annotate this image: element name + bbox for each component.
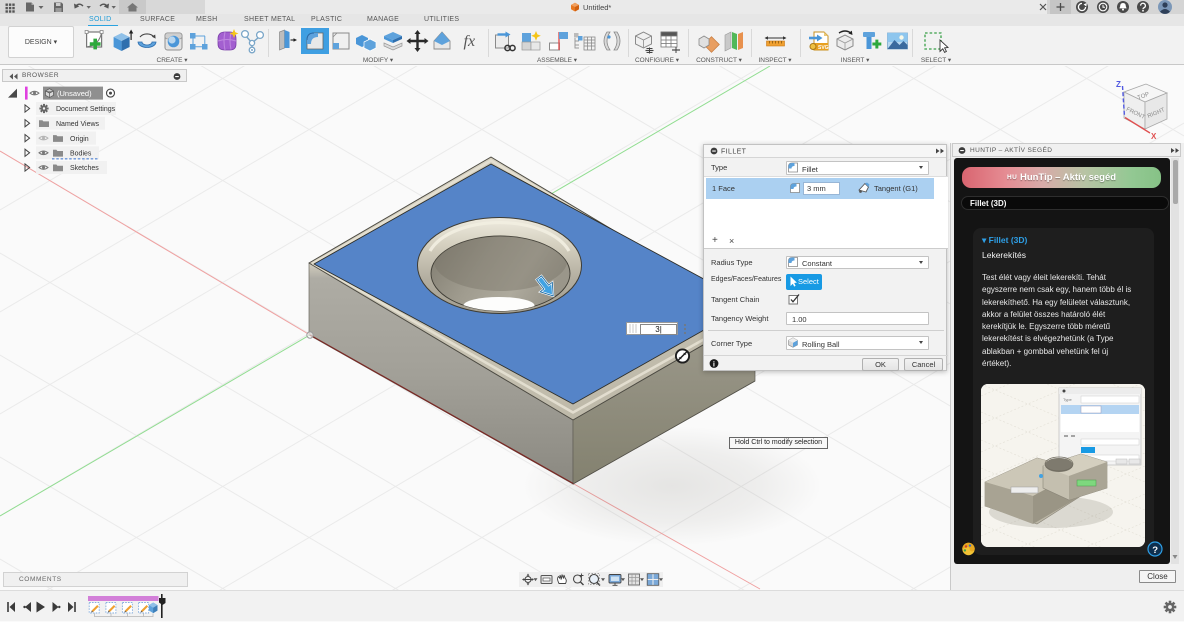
svg-text:Sketches: Sketches [70, 165, 99, 172]
svg-text:(Unsaved): (Unsaved) [57, 89, 92, 98]
svg-text:Untitled*: Untitled* [583, 3, 611, 12]
svg-text:X: X [1151, 132, 1157, 141]
svg-text:fx: fx [464, 33, 476, 50]
svg-text:Document Settings: Document Settings [56, 106, 116, 113]
svg-text:FILLET: FILLET [721, 149, 747, 156]
svg-text:?: ? [1152, 545, 1158, 556]
svg-text:SVG: SVG [818, 45, 829, 51]
svg-text:Z: Z [1116, 80, 1121, 89]
svg-text:Origin: Origin [70, 136, 89, 143]
svg-text:Named Views: Named Views [56, 121, 100, 128]
svg-text:Bodies: Bodies [70, 151, 92, 158]
svg-text:i: i [713, 360, 715, 369]
